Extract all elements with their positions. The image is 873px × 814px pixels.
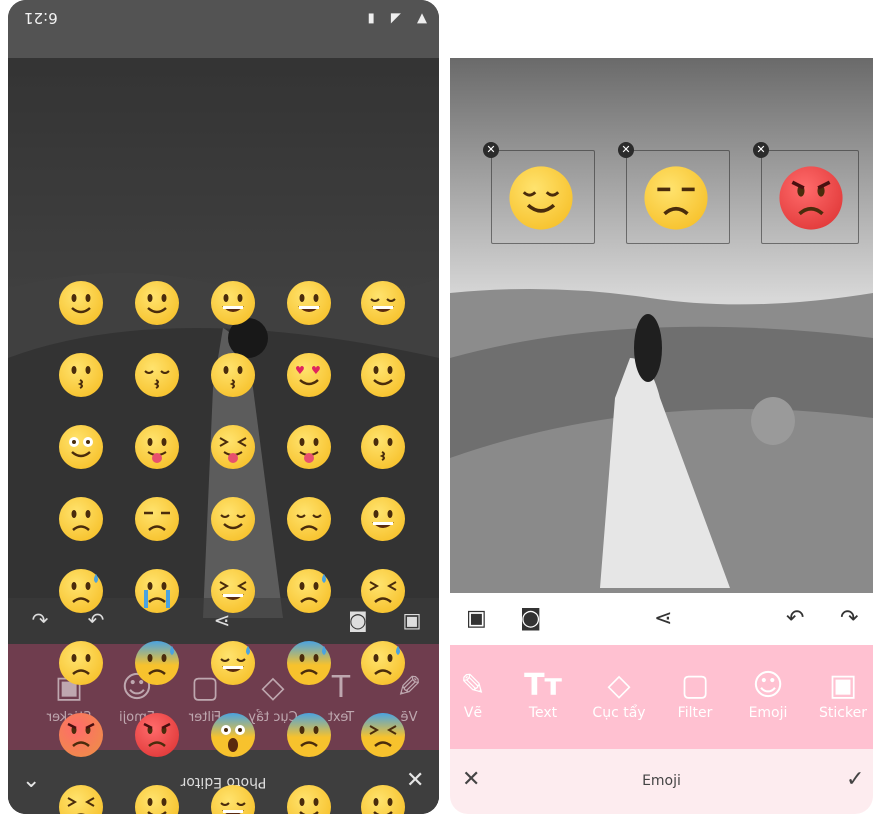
emoji-option-relieved[interactable] [210,496,256,542]
emoji-option-screaming[interactable] [210,712,256,758]
emoji-option-unamused[interactable] [134,496,180,542]
photo-canvas[interactable] [450,58,873,593]
tool-sticker[interactable]: ▣ Sticker [808,667,873,721]
text-icon: Tт [524,668,562,703]
emoji-option-confounded[interactable] [360,568,406,614]
emoji-option-cold-sweat[interactable] [134,640,180,686]
emoji-option-persevering[interactable] [58,784,104,814]
tool-filter[interactable]: ▢ Filter [660,667,730,721]
svg-text:♥: ♥ [295,364,305,377]
remove-sticker-icon[interactable]: ✕ [618,142,634,158]
redo-icon[interactable]: ↷ [840,607,858,631]
emoji-option-grinning-big[interactable] [210,280,256,326]
emoji-option-sweat-smile[interactable] [210,640,256,686]
emoji-option-smile-squint[interactable] [360,280,406,326]
emoji-option-frowning[interactable] [58,496,104,542]
top-bar [450,0,873,58]
emoji-option-angry-red[interactable] [134,712,180,758]
emoji-option-laughing[interactable] [210,784,256,814]
emoji-option-kissing-heart[interactable] [210,352,256,398]
emoji-option-smiling-blush[interactable] [58,280,104,326]
emoji-option-kissing-closed-eyes[interactable] [134,352,180,398]
confirm-bar: ✕ Emoji ✓ [450,749,873,814]
check-icon[interactable]: ✓ [846,767,864,792]
status-time: 6:21 [24,9,58,27]
undo-icon[interactable]: ↶ [786,607,804,631]
emoji-option-tired-face[interactable] [360,712,406,758]
close-icon[interactable]: ✕ [406,768,424,793]
emoji-option-tears-of-joy[interactable] [210,568,256,614]
gallery-icon[interactable]: ▣ [466,607,487,631]
emoji-option-grimacing[interactable] [360,496,406,542]
panel-title: Emoji [642,773,681,789]
sticker-emoji [643,165,709,235]
emoji-option-winking-tongue[interactable] [286,424,332,470]
right-phone-screen: ✕ ✕ ✕ ▣ ◙ ⋖ ↶ ↷ ✎ Vẽ Tт Text ◇ Cục tẩy ▢ Fil… [450,0,873,814]
sticker-icon: ▣ [828,668,858,703]
sticker-box[interactable]: ✕ [618,142,730,244]
emoji-option-heart-eyes[interactable]: ♥ ♥ [286,352,332,398]
emoji-option-tongue-out[interactable] [134,424,180,470]
camera-icon[interactable]: ◙ [520,607,541,631]
emoji-option-disappointed-relieved[interactable] [58,568,104,614]
emoji-option-grinning[interactable] [134,280,180,326]
emoji-option-kissing[interactable] [58,352,104,398]
eraser-icon: ◇ [607,668,631,703]
emoji-option-sobbing[interactable] [134,568,180,614]
emoji-option-flushed[interactable] [58,424,104,470]
status-bar: ▼ ◢ ▮ 6:21 [8,0,439,58]
remove-sticker-icon[interactable]: ✕ [753,142,769,158]
emoji-option-smiley[interactable] [286,280,332,326]
sticker-emoji [508,165,574,235]
tool-strip: ✎ Vẽ Tт Text ◇ Cục tẩy ▢ Filter ☺ Emoji ▣ Stic… [450,645,873,749]
photo-image [450,58,873,593]
emoji-option-kissing-smiling[interactable] [360,424,406,470]
brush-icon: ✎ [460,668,486,703]
filter-icon: ▢ [680,668,710,703]
status-icons: ▼ ◢ ▮ [361,11,427,26]
svg-text:♥: ♥ [311,364,321,377]
tool-text[interactable]: Tт Text [508,667,578,721]
emoji-option-worried[interactable] [360,640,406,686]
emoji-option-wink[interactable] [360,352,406,398]
sticker-box[interactable]: ✕ [753,142,859,244]
emoji-option-sweating[interactable] [286,784,332,814]
remove-sticker-icon[interactable]: ✕ [483,142,499,158]
emoji-option-pensive[interactable] [286,496,332,542]
tool-eraser[interactable]: ◇ Cục tẩy [584,667,654,721]
sticker-emoji [778,165,844,235]
emoji-option-triumph[interactable] [360,784,406,814]
emoji-option-pouting[interactable] [58,712,104,758]
emoji-option-squinting-tongue[interactable] [210,424,256,470]
emoji-option-weary[interactable] [58,640,104,686]
share-icon[interactable]: ⋖ [654,607,672,631]
emoji-option-fearful[interactable] [286,712,332,758]
sticker-box[interactable]: ✕ [483,142,595,244]
emoji-icon: ☺ [752,668,784,703]
action-bar: ▣ ◙ ⋖ ↶ ↷ [450,593,873,645]
left-phone-screen: ▼ ◢ ▮ 6:21 ↷ ↶ ⋖ ◙ ▣ ✎ Vẽ T Text ◇ Cục t… [8,0,439,814]
tool-emoji[interactable]: ☺ Emoji [733,667,803,721]
emoji-option-sad-sweat[interactable] [286,568,332,614]
emoji-option-neutral[interactable] [134,784,180,814]
emoji-option-anxious-sweat[interactable] [286,640,332,686]
redo-icon[interactable]: ↷ [28,608,52,632]
tool-draw[interactable]: ✎ Vẽ [450,667,508,721]
